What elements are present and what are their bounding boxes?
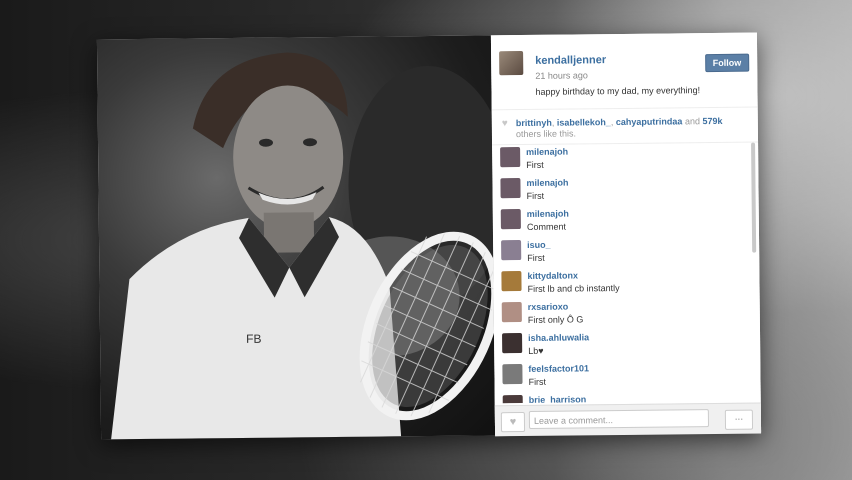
- comment-item: milenajoh Comment: [493, 205, 759, 239]
- heart-icon: ♥: [509, 416, 517, 429]
- comment-text: First: [527, 252, 545, 263]
- commenter-avatar[interactable]: [501, 271, 522, 292]
- comment-text: First lb and cb instantly: [527, 283, 620, 294]
- commenter-avatar[interactable]: [502, 364, 523, 385]
- svg-text:FB: FB: [246, 332, 261, 346]
- comment-footer: ♥ Leave a comment... ...: [494, 402, 762, 437]
- commenter-username[interactable]: isuo_: [527, 240, 551, 250]
- commenter-username[interactable]: feelsfactor101: [528, 363, 589, 374]
- comment-input[interactable]: Leave a comment...: [528, 409, 710, 429]
- post-header: kendalljenner 21 hours ago happy birthda…: [491, 33, 758, 106]
- comment-text: First: [528, 376, 547, 387]
- commenter-username[interactable]: kittydaltonx: [527, 270, 578, 281]
- post-timestamp: 21 hours ago: [535, 70, 588, 81]
- commenter-avatar[interactable]: [501, 240, 522, 261]
- commenter-username[interactable]: isha.ahluwalia: [528, 332, 589, 343]
- post-username[interactable]: kendalljenner: [535, 54, 606, 67]
- comment-item: feelsfactor101 First: [494, 360, 760, 394]
- likes-text: brittinyh, isabellekoh_, cahyaputrindaa …: [515, 115, 723, 140]
- liker-link[interactable]: cahyaputrindaa: [616, 116, 683, 127]
- user-avatar[interactable]: [499, 51, 524, 76]
- instagram-post-card: FB kendalljenner 21 hours ago happy birt…: [96, 32, 762, 440]
- likes-summary: ♥ brittinyh, isabellekoh_, cahyaputrinda…: [491, 106, 759, 146]
- comment-item: kittydaltonx First lb and cb instantly: [493, 267, 759, 301]
- liker-link[interactable]: brittinyh: [516, 118, 552, 128]
- commenter-username[interactable]: milenajoh: [527, 209, 569, 219]
- comment-text: First: [526, 190, 545, 201]
- likes-count[interactable]: 579k: [702, 116, 722, 126]
- comment-item: isha.ahluwalia Lb♥: [494, 329, 760, 363]
- comment-text: First only Ô G: [527, 314, 584, 325]
- post-caption: happy birthday to my dad, my everything!: [535, 85, 701, 97]
- photo-illustration: FB: [111, 52, 496, 440]
- comment-item: brie_harrison: [495, 391, 761, 404]
- more-options-button[interactable]: ...: [724, 409, 754, 430]
- commenter-avatar[interactable]: [500, 147, 521, 168]
- commenter-username[interactable]: milenajoh: [526, 147, 568, 157]
- follow-button[interactable]: Follow: [704, 53, 750, 73]
- comment-item: rxsarioxo First only Ô G: [494, 298, 760, 332]
- post-photo: FB: [96, 35, 496, 440]
- heart-icon: ♥: [501, 118, 508, 130]
- commenter-avatar[interactable]: [500, 209, 521, 230]
- commenter-avatar[interactable]: [502, 395, 523, 404]
- commenter-username[interactable]: milenajoh: [526, 178, 568, 188]
- comment-text: Comment: [526, 221, 566, 232]
- commenter-avatar[interactable]: [500, 178, 521, 199]
- comment-text: Lb♥: [528, 345, 544, 356]
- comment-item: milenajoh First: [492, 143, 758, 177]
- comment-text: First: [526, 159, 544, 170]
- liker-link[interactable]: isabellekoh_: [557, 117, 611, 128]
- comment-item: milenajoh First: [492, 174, 758, 208]
- commenter-avatar[interactable]: [502, 333, 523, 354]
- comment-item: isuo_ First: [493, 236, 759, 270]
- commenter-username[interactable]: brie_harrison: [529, 394, 587, 403]
- like-button[interactable]: ♥: [500, 412, 526, 433]
- commenter-username[interactable]: rxsarioxo: [528, 302, 569, 312]
- commenter-avatar[interactable]: [501, 302, 522, 323]
- comments-list[interactable]: milenajoh First milenajoh First milenajoh Com…: [492, 143, 761, 404]
- post-sidebar: kendalljenner 21 hours ago happy birthda…: [490, 32, 762, 437]
